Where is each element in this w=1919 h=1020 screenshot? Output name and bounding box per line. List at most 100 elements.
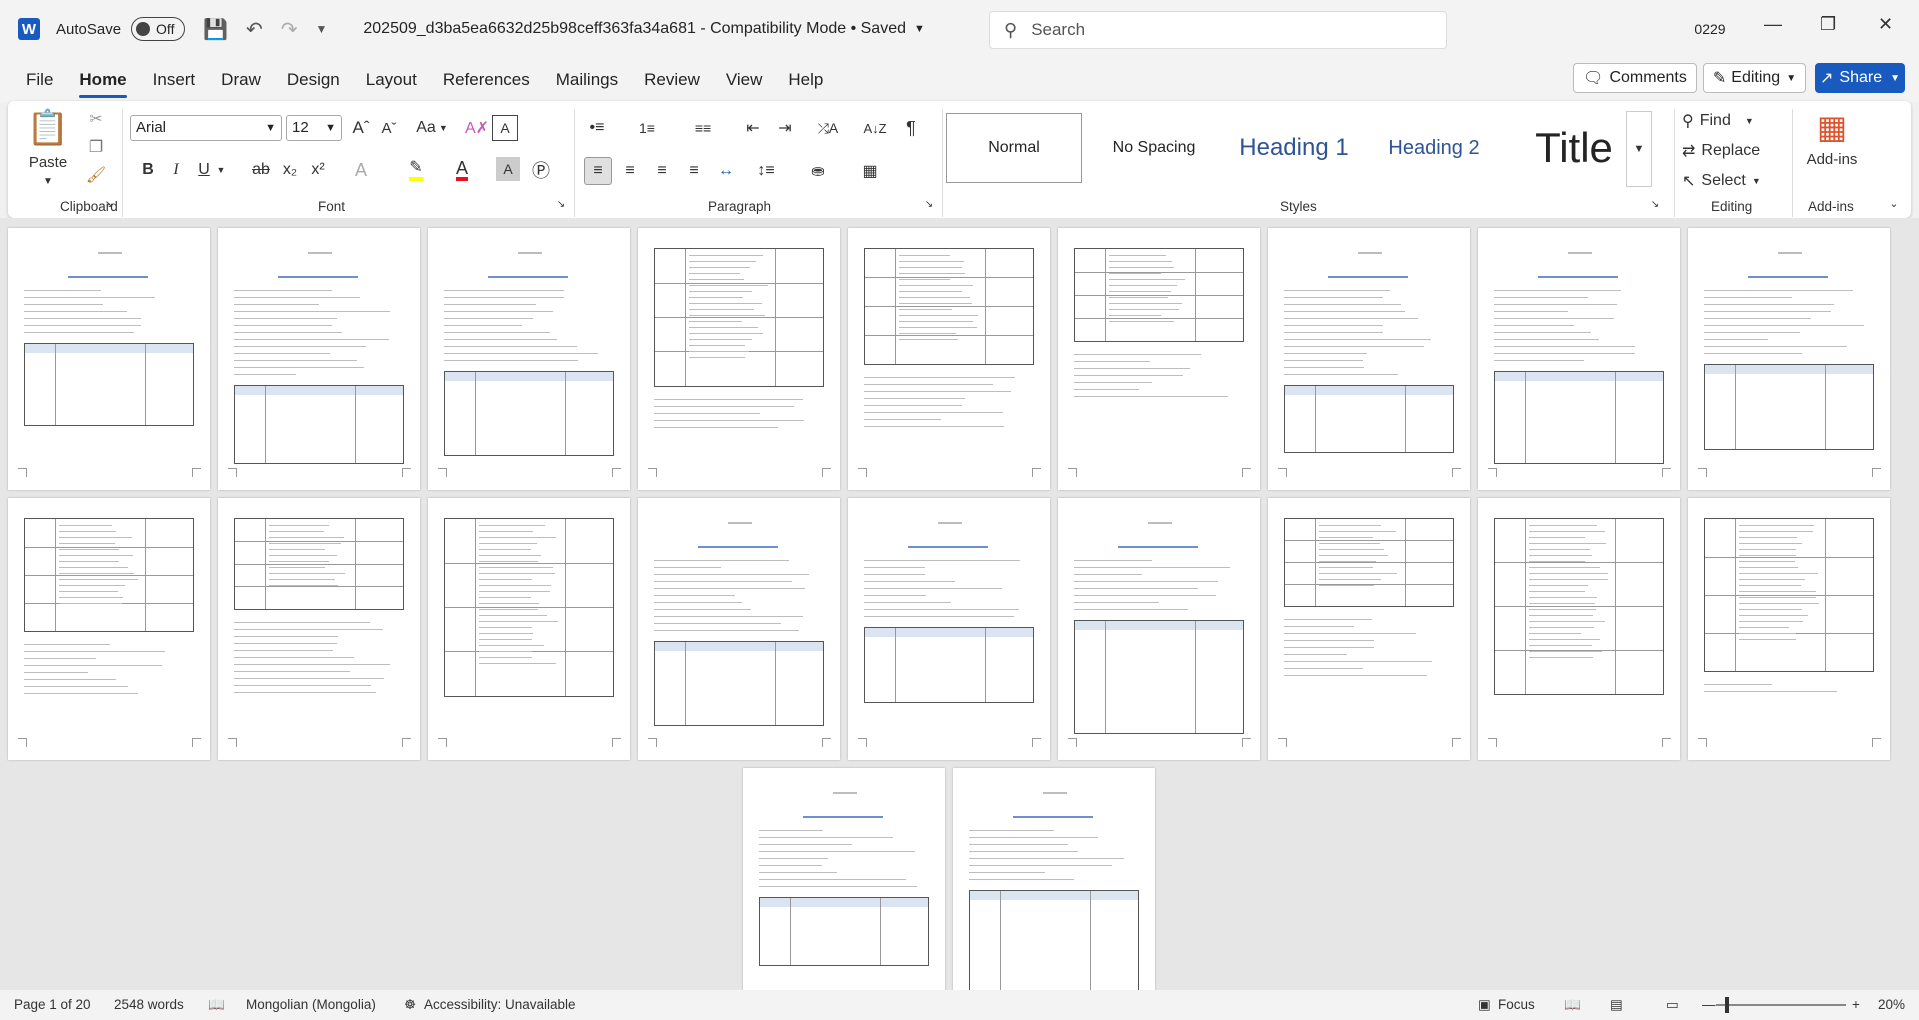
clear-formatting-icon[interactable]: A✗ (464, 115, 490, 141)
style-normal[interactable]: Normal (946, 113, 1082, 183)
redo-icon[interactable]: ↷ (281, 17, 298, 42)
style-heading-2[interactable]: Heading 2 (1366, 113, 1502, 183)
page-thumbnail[interactable] (8, 498, 210, 760)
show-formatting-marks-icon[interactable]: ¶ (898, 115, 924, 141)
page-thumbnail[interactable] (1688, 228, 1890, 490)
style-no-spacing[interactable]: No Spacing (1086, 113, 1222, 183)
dialog-launcher-icon[interactable]: ↘ (1648, 197, 1662, 211)
page-thumbnail[interactable] (218, 498, 420, 760)
user-account[interactable]: 0229 (1692, 14, 1728, 44)
find-button[interactable]: ⚲ Find ▼ (1682, 107, 1782, 135)
enclose-characters-icon[interactable]: Ⓟ (528, 157, 554, 183)
language[interactable]: Mongolian (Mongolia) (246, 997, 376, 1012)
comments-button[interactable]: 🗨 Comments (1573, 63, 1697, 93)
zoom-level[interactable]: 20% (1878, 997, 1905, 1012)
tab-file[interactable]: File (13, 58, 66, 102)
shading-icon[interactable]: A (496, 157, 520, 181)
grow-font-icon[interactable]: Aˆ (348, 115, 374, 141)
zoom-slider[interactable] (1716, 1004, 1846, 1006)
page-thumbnail[interactable] (953, 768, 1155, 990)
add-ins-button[interactable]: Add-ins (1796, 149, 1868, 169)
format-painter-icon[interactable]: 🖌 (84, 163, 108, 187)
multilevel-list-icon[interactable]: ≡≡ (686, 115, 720, 141)
dialog-launcher-icon[interactable]: ↘ (922, 197, 936, 211)
page-thumbnail[interactable] (743, 768, 945, 990)
web-layout-icon[interactable]: ▭ (1666, 997, 1679, 1013)
page-thumbnail[interactable] (1478, 498, 1680, 760)
page-thumbnail[interactable] (1478, 228, 1680, 490)
close-icon[interactable]: ✕ (1878, 14, 1893, 35)
share-button[interactable]: ↗ Share ▼ (1815, 63, 1905, 93)
tab-references[interactable]: References (430, 58, 543, 102)
italic-icon[interactable]: I (164, 157, 188, 183)
page-thumbnail[interactable] (1268, 228, 1470, 490)
copy-icon[interactable]: ❐ (84, 135, 108, 159)
tab-insert[interactable]: Insert (140, 58, 209, 102)
autosave-toggle[interactable]: Off (131, 17, 186, 41)
decrease-indent-icon[interactable]: ⇤ (740, 115, 766, 141)
bullets-icon[interactable]: •≡ (580, 115, 614, 141)
text-box-icon[interactable]: A (492, 115, 518, 141)
page-thumbnail[interactable] (1268, 498, 1470, 760)
zoom-in-icon[interactable]: + (1852, 997, 1860, 1012)
search-box[interactable]: ⚲ Search (989, 11, 1447, 49)
shrink-font-icon[interactable]: Aˇ (376, 115, 402, 141)
page-thumbnail[interactable] (638, 228, 840, 490)
editing-mode-button[interactable]: ✎ Editing ▼ (1703, 63, 1806, 93)
document-canvas[interactable] (0, 218, 1919, 990)
page-thumbnail[interactable] (8, 228, 210, 490)
tab-help[interactable]: Help (775, 58, 836, 102)
page-count[interactable]: Page 1 of 20 (14, 997, 91, 1012)
zoom-out-icon[interactable]: — (1702, 997, 1716, 1012)
word-count[interactable]: 2548 words (114, 997, 184, 1012)
focus-button[interactable]: Focus (1498, 997, 1535, 1012)
zoom-slider-thumb[interactable] (1725, 997, 1729, 1013)
align-right-icon[interactable]: ≡ (648, 157, 676, 185)
page-thumbnail[interactable] (1058, 498, 1260, 760)
tab-review[interactable]: Review (631, 58, 713, 102)
borders-icon[interactable]: ▦ (852, 157, 888, 185)
superscript-icon[interactable]: x² (306, 157, 330, 183)
style-title[interactable]: Title (1506, 113, 1642, 183)
style-heading-1[interactable]: Heading 1 (1226, 113, 1362, 183)
font-family-select[interactable]: Arial ▼ (130, 115, 282, 141)
tab-draw[interactable]: Draw (208, 58, 274, 102)
replace-button[interactable]: ⇄ Replace (1682, 137, 1782, 165)
read-mode-icon[interactable]: 📖 (1564, 997, 1581, 1013)
paste-button[interactable]: Paste (22, 151, 74, 173)
underline-icon[interactable]: U (192, 157, 216, 183)
proofing-icon[interactable]: 📖 (208, 997, 225, 1013)
numbering-icon[interactable]: 1≡ (630, 115, 664, 141)
tab-mailings[interactable]: Mailings (543, 58, 631, 102)
document-title[interactable]: 202509_d3ba5ea6632d25b98ceff363fa34a681 … (363, 20, 906, 38)
strikethrough-icon[interactable]: ab (248, 157, 274, 183)
minimize-icon[interactable]: — (1764, 14, 1782, 35)
tab-home[interactable]: Home (66, 58, 139, 102)
line-spacing-icon[interactable]: ↕≡ (748, 157, 784, 185)
chevron-down-icon[interactable]: ▼ (914, 23, 925, 35)
page-thumbnail[interactable] (428, 498, 630, 760)
page-thumbnail[interactable] (1058, 228, 1260, 490)
highlight-color-icon[interactable]: ✎ (402, 157, 430, 183)
align-center-icon[interactable]: ≡ (616, 157, 644, 185)
font-color-icon[interactable]: A (448, 157, 476, 183)
accessibility-status[interactable]: Accessibility: Unavailable (424, 997, 576, 1012)
asian-layout-icon[interactable]: ⤮A (808, 115, 848, 141)
cut-icon[interactable]: ✂ (84, 107, 108, 131)
page-thumbnail[interactable] (1688, 498, 1890, 760)
paint-bucket-icon[interactable]: ⛂ (800, 157, 836, 185)
dialog-launcher-icon[interactable]: ↘ (554, 197, 568, 211)
page-thumbnail[interactable] (848, 228, 1050, 490)
page-thumbnail[interactable] (218, 228, 420, 490)
align-left-icon[interactable]: ≡ (584, 157, 612, 185)
collapse-ribbon-icon[interactable]: ⌄ (1886, 195, 1902, 211)
tab-view[interactable]: View (713, 58, 776, 102)
subscript-icon[interactable]: x₂ (278, 157, 302, 183)
increase-indent-icon[interactable]: ⇥ (772, 115, 798, 141)
bold-icon[interactable]: B (136, 157, 160, 183)
add-ins-icon[interactable]: ▦ (1814, 109, 1850, 145)
page-thumbnail[interactable] (428, 228, 630, 490)
customize-toolbar-icon[interactable]: ▼ (315, 22, 327, 36)
page-thumbnail[interactable] (848, 498, 1050, 760)
undo-icon[interactable]: ↶ (246, 17, 263, 42)
